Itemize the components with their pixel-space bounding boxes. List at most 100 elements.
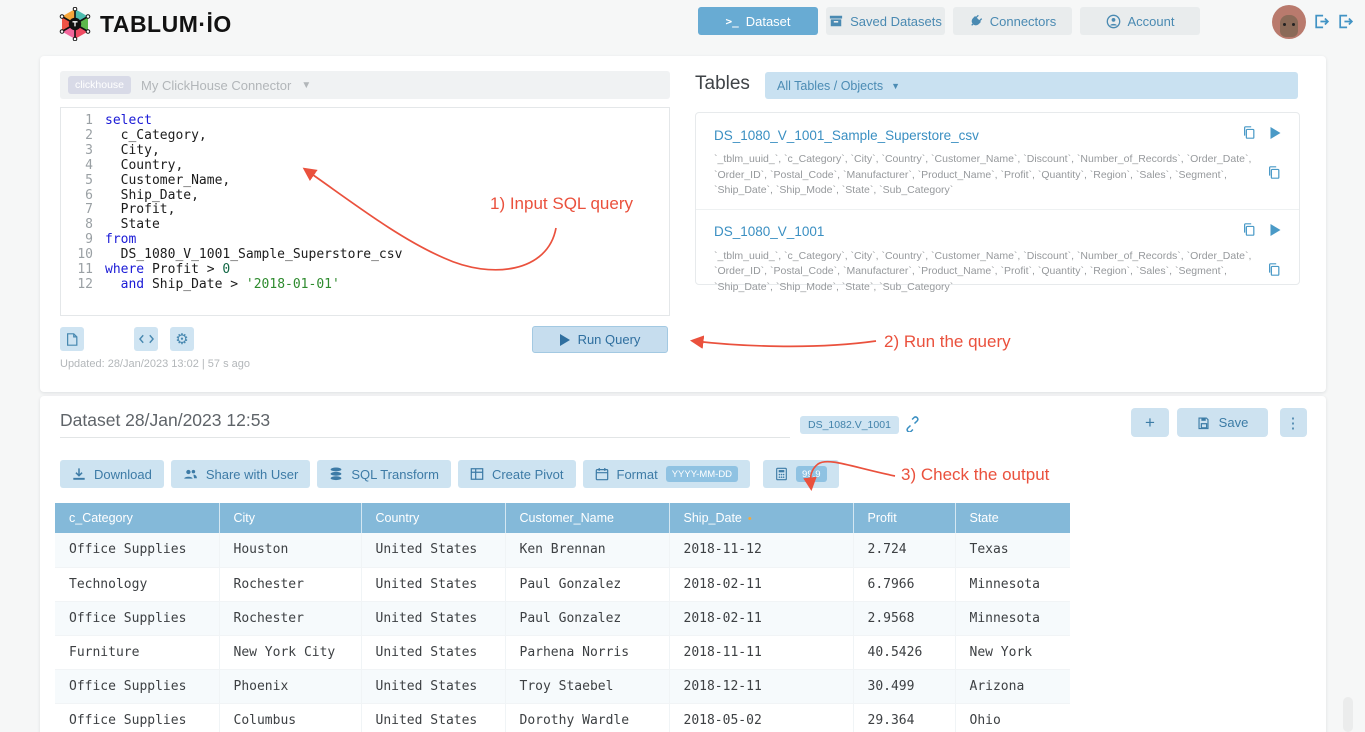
nav-tab-dataset[interactable]: >_ Dataset bbox=[698, 7, 818, 35]
table-row: Office SuppliesRochesterUnited StatesPau… bbox=[55, 601, 1070, 635]
link-icon[interactable] bbox=[904, 416, 920, 437]
line-number: 9 bbox=[61, 233, 93, 248]
logo[interactable]: TABLUM·İO bbox=[58, 7, 232, 41]
table-name-link[interactable]: DS_1080_V_1001 bbox=[714, 224, 1228, 239]
download-icon bbox=[72, 467, 86, 481]
table-cell: United States bbox=[361, 635, 505, 669]
calendar-icon bbox=[595, 467, 609, 481]
copy-icon[interactable] bbox=[1242, 125, 1256, 145]
query-settings-button[interactable]: ⚙ bbox=[170, 327, 194, 351]
create-pivot-button[interactable]: Create Pivot bbox=[458, 460, 576, 488]
share-with-user-button[interactable]: Share with User bbox=[171, 460, 310, 488]
tablum-app: TABLUM·İO >_ Dataset Saved Datasets Conn… bbox=[0, 0, 1365, 732]
line-number: 1 bbox=[61, 114, 93, 129]
nav-tab-account[interactable]: Account bbox=[1080, 7, 1200, 35]
column-header-state[interactable]: State bbox=[955, 503, 1070, 533]
dataset-result-card: Dataset 28/Jan/2023 12:53 DS_1082.V_1001… bbox=[40, 396, 1326, 732]
table-cell: 2018-05-02 bbox=[669, 703, 853, 732]
table-cell: Office Supplies bbox=[55, 533, 219, 567]
chevron-down-icon: ▼ bbox=[301, 80, 311, 91]
annotation-step2: 2) Run the query bbox=[884, 332, 1011, 352]
code-line: City, bbox=[105, 144, 669, 159]
more-options-button[interactable]: ⋮ bbox=[1280, 408, 1307, 437]
table-cell: Houston bbox=[219, 533, 361, 567]
table-cell: 2018-02-11 bbox=[669, 567, 853, 601]
column-header-customer_name[interactable]: Customer_Name bbox=[505, 503, 669, 533]
column-header-ship_date[interactable]: Ship_Date• bbox=[669, 503, 853, 533]
scrollbar-thumb[interactable] bbox=[1343, 697, 1353, 732]
table-cell: 2.724 bbox=[853, 533, 955, 567]
table-cell: New York City bbox=[219, 635, 361, 669]
table-columns: `_tblm_uuid_`, `c_Category`, `City`, `Co… bbox=[714, 249, 1267, 296]
code-line: from bbox=[105, 233, 669, 248]
table-cell: Ken Brennan bbox=[505, 533, 669, 567]
tables-filter-dropdown[interactable]: All Tables / Objects ▼ bbox=[765, 72, 1298, 99]
table-row: TechnologyRochesterUnited StatesPaul Gon… bbox=[55, 567, 1070, 601]
line-number: 3 bbox=[61, 144, 93, 159]
chevron-down-icon: ▼ bbox=[891, 81, 900, 91]
table-cell: United States bbox=[361, 703, 505, 732]
dataset-toolbar: Download Share with User SQL Transform C… bbox=[60, 460, 839, 488]
precision-button[interactable]: 99.9 bbox=[763, 460, 839, 488]
download-button[interactable]: Download bbox=[60, 460, 164, 488]
logout-icon[interactable] bbox=[1313, 13, 1330, 30]
code-view-button[interactable] bbox=[134, 327, 158, 351]
exit-icon[interactable] bbox=[1337, 13, 1354, 30]
line-number: 12 bbox=[61, 278, 93, 293]
new-query-button[interactable] bbox=[60, 327, 84, 351]
table-cell: Texas bbox=[955, 533, 1070, 567]
table-cell: United States bbox=[361, 601, 505, 635]
table-cell: 29.364 bbox=[853, 703, 955, 732]
avatar[interactable] bbox=[1272, 5, 1306, 39]
table-name-link[interactable]: DS_1080_V_1001_Sample_Superstore_csv bbox=[714, 128, 1228, 143]
column-header-country[interactable]: Country bbox=[361, 503, 505, 533]
account-icon bbox=[1106, 14, 1121, 29]
sql-code[interactable]: select c_Category, City, Country, Custom… bbox=[105, 114, 669, 315]
format-label: Format bbox=[617, 467, 658, 482]
copy-columns-icon[interactable] bbox=[1267, 262, 1281, 282]
code-line: where Profit > 0 bbox=[105, 263, 669, 278]
table-cell: Arizona bbox=[955, 669, 1070, 703]
sort-indicator: • bbox=[748, 513, 752, 525]
run-table-icon[interactable] bbox=[1270, 126, 1281, 144]
database-icon bbox=[329, 467, 343, 481]
copy-columns-icon[interactable] bbox=[1267, 165, 1281, 185]
dataset-title: Dataset 28/Jan/2023 12:53 bbox=[60, 410, 270, 431]
line-number: 11 bbox=[61, 263, 93, 278]
new-file-icon bbox=[65, 332, 79, 347]
nav-tab-saved-datasets[interactable]: Saved Datasets bbox=[826, 7, 945, 35]
copy-icon[interactable] bbox=[1242, 222, 1256, 242]
run-query-button[interactable]: Run Query bbox=[532, 326, 668, 353]
updated-timestamp: Updated: 28/Jan/2023 13:02 | 57 s ago bbox=[60, 358, 250, 370]
nav-tab-label: Dataset bbox=[746, 14, 791, 29]
code-line: select bbox=[105, 114, 669, 129]
code-icon bbox=[139, 333, 154, 345]
dataset-table-body: Office SuppliesHoustonUnited StatesKen B… bbox=[55, 533, 1070, 732]
run-table-icon[interactable] bbox=[1270, 223, 1281, 241]
column-header-city[interactable]: City bbox=[219, 503, 361, 533]
nav-tab-label: Connectors bbox=[990, 14, 1056, 29]
table-row: Office SuppliesPhoenixUnited StatesTroy … bbox=[55, 669, 1070, 703]
table-cell: Columbus bbox=[219, 703, 361, 732]
download-label: Download bbox=[94, 467, 152, 482]
line-number: 4 bbox=[61, 159, 93, 174]
add-button[interactable]: + bbox=[1131, 408, 1169, 437]
connector-selector[interactable]: clickhouse My ClickHouse Connector ▼ bbox=[60, 71, 670, 99]
format-button[interactable]: Format YYYY-MM-DD bbox=[583, 460, 751, 488]
column-header-c_category[interactable]: c_Category bbox=[55, 503, 219, 533]
pivot-table-icon bbox=[470, 467, 484, 481]
sql-transform-button[interactable]: SQL Transform bbox=[317, 460, 451, 488]
save-icon bbox=[1197, 416, 1211, 430]
table-row: Office SuppliesColumbusUnited StatesDoro… bbox=[55, 703, 1070, 732]
table-cell: Paul Gonzalez bbox=[505, 567, 669, 601]
table-row: FurnitureNew York CityUnited StatesParhe… bbox=[55, 635, 1070, 669]
save-button[interactable]: Save bbox=[1177, 408, 1268, 437]
table-cell: 2018-11-12 bbox=[669, 533, 853, 567]
nav-tab-connectors[interactable]: Connectors bbox=[953, 7, 1072, 35]
table-cell: 30.499 bbox=[853, 669, 955, 703]
table-entry: DS_1080_V_1001 `_tblm_uuid_`, `c_Categor… bbox=[696, 209, 1299, 306]
code-line: c_Category, bbox=[105, 129, 669, 144]
table-cell: 40.5426 bbox=[853, 635, 955, 669]
column-header-profit[interactable]: Profit bbox=[853, 503, 955, 533]
line-number: 5 bbox=[61, 174, 93, 189]
